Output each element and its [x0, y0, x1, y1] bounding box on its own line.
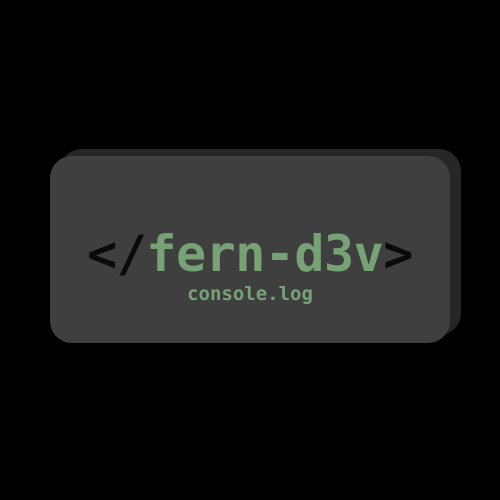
close-tag-glyph: >: [383, 225, 413, 283]
brand-name: fern-d3v: [146, 225, 384, 283]
logo-subtitle: console.log: [187, 283, 313, 305]
open-tag-glyph: </: [87, 225, 147, 283]
logo-canvas: </ fern-d3v > console.log: [0, 0, 500, 500]
logo-wordmark: </ fern-d3v >: [0, 225, 500, 283]
